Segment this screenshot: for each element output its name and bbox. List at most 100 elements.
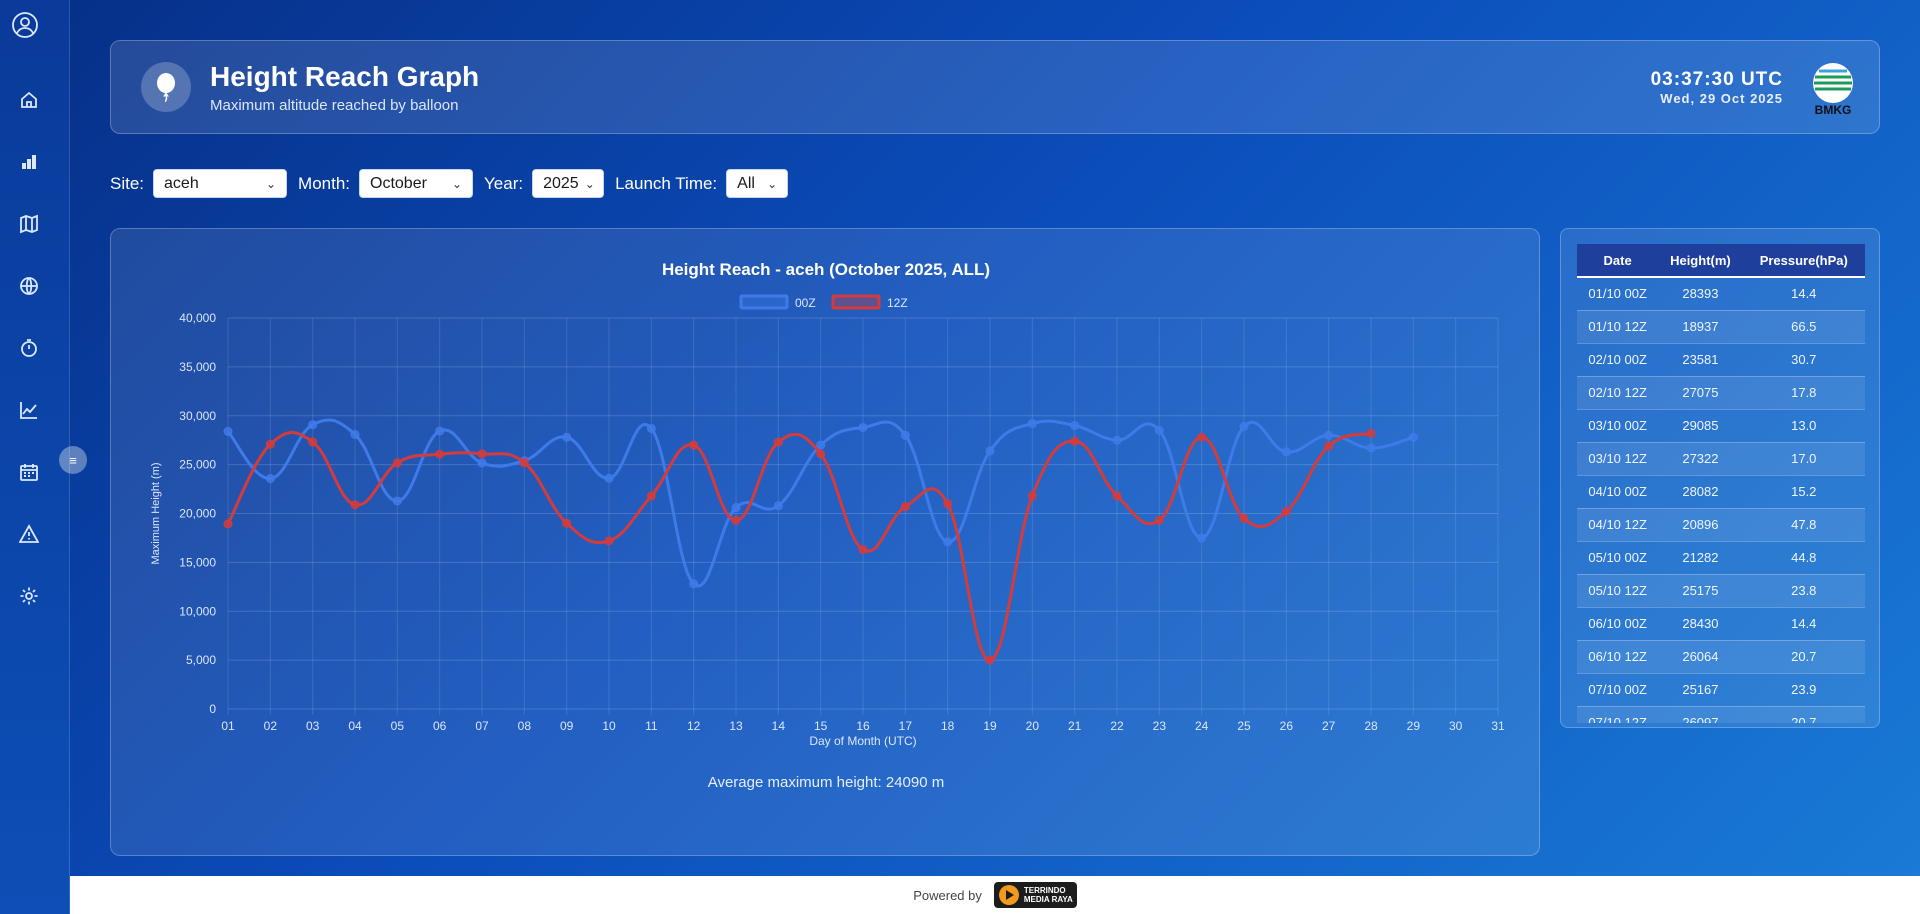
table-cell: 29085 [1658,409,1743,443]
data-point [1112,435,1122,445]
data-point [223,426,233,436]
page-subtitle: Maximum altitude reached by balloon [210,97,459,114]
warning-icon[interactable] [17,522,41,546]
table-cell: 05/10 12Z [1577,574,1659,608]
terrindo-logo-icon [998,885,1019,905]
home-icon[interactable] [17,88,41,112]
table-cell: 23.9 [1742,673,1865,707]
data-point [646,491,656,501]
x-tick-label: 18 [941,719,955,733]
table-cell: 25175 [1658,574,1743,608]
data-point [604,473,614,483]
table-row: 02/10 12Z 27075 17.8 [1577,376,1865,410]
bmkg-logo-text: BMKG [1814,103,1852,117]
table-row: 04/10 00Z 28082 15.2 [1577,475,1865,509]
chevron-down-icon: ⌄ [265,176,277,191]
user-icon[interactable] [11,11,39,39]
chevron-down-icon: ⌄ [767,176,778,191]
table-cell: 23581 [1658,343,1743,377]
terrindo-logo[interactable]: TERRINDO MEDIA RAYA [993,882,1077,908]
table-cell: 28430 [1658,607,1743,641]
data-point [308,420,318,430]
y-tick-label: 10,000 [179,604,216,618]
table-cell: 04/10 12Z [1577,508,1659,542]
table-cell: 02/10 00Z [1577,343,1659,377]
month-select-value: October [370,174,427,192]
globe-icon[interactable] [17,274,41,298]
data-point [985,655,995,665]
data-point [943,499,953,509]
x-tick-label: 29 [1407,719,1421,733]
data-point [519,458,529,468]
year-label: Year: [484,173,524,193]
table-cell: 05/10 00Z [1577,541,1659,575]
table-cell: 28082 [1658,475,1743,509]
x-tick-label: 04 [348,719,362,733]
data-point [350,500,360,510]
table-cell: 14.4 [1742,607,1865,641]
table-cell: 26064 [1658,640,1743,674]
table-cell: 02/10 12Z [1577,376,1659,410]
x-tick-label: 30 [1449,719,1463,733]
data-table: Date Height(m) Pressure(hPa) 01/10 00Z 2839… [1577,244,1865,723]
data-point [900,430,910,440]
calendar-icon[interactable] [17,460,41,484]
header-card: Height Reach Graph Maximum altitude reac… [110,40,1880,134]
data-point [858,545,868,555]
footer: Powered by TERRINDO MEDIA RAYA [70,876,1920,914]
data-point [773,437,783,447]
table-cell: 01/10 12Z [1577,310,1659,344]
data-point [1239,513,1249,523]
table-cell: 07/10 00Z [1577,673,1659,707]
month-label: Month: [298,173,351,193]
data-point [689,579,699,589]
line-chart-icon[interactable] [17,398,41,422]
x-tick-label: 09 [560,719,574,733]
data-table-scroll[interactable]: Date Height(m) Pressure(hPa) 01/10 00Z 2839… [1577,244,1865,723]
data-point [1112,491,1122,501]
x-tick-label: 10 [602,719,616,733]
table-row: 07/10 12Z 26097 20.7 [1577,706,1865,723]
data-point [1154,425,1164,435]
data-point [731,515,741,525]
table-row: 04/10 12Z 20896 47.8 [1577,508,1865,542]
table-cell: 07/10 12Z [1577,706,1659,723]
legend-swatch [739,294,789,310]
table-row: 05/10 00Z 21282 44.8 [1577,541,1865,575]
data-point [731,503,741,513]
sidebar-collapse-button[interactable]: ≡ [59,446,87,474]
data-point [1070,421,1080,431]
page-title: Height Reach Graph [210,61,480,92]
year-select[interactable]: 2025 ⌄ [532,169,605,198]
x-tick-label: 22 [1110,719,1124,733]
table-row: 02/10 00Z 23581 30.7 [1577,343,1865,377]
table-cell: 23.8 [1742,574,1865,608]
clock-date: Wed, 29 Oct 2025 [1660,91,1783,106]
y-tick-label: 20,000 [179,507,216,521]
chevron-down-icon: ⌄ [584,176,595,191]
x-tick-label: 15 [814,719,828,733]
data-point [773,501,783,511]
bar-chart-icon[interactable] [17,150,41,174]
table-cell: 21282 [1658,541,1743,575]
settings-icon[interactable] [17,584,41,608]
stopwatch-icon[interactable] [17,336,41,360]
month-select[interactable]: October ⌄ [359,169,474,198]
table-cell: 25167 [1658,673,1743,707]
data-point [392,458,402,468]
table-cell: 27075 [1658,376,1743,410]
balloon-icon [141,62,191,112]
site-select[interactable]: aceh ⌄ [153,169,288,198]
data-point [477,449,487,459]
launch-time-select[interactable]: All ⌄ [726,169,789,198]
terrindo-logo-line1: TERRINDO [1023,886,1066,895]
table-cell: 06/10 12Z [1577,640,1659,674]
data-point [562,518,572,528]
x-tick-label: 27 [1322,719,1336,733]
y-tick-label: 15,000 [179,555,216,569]
data-point [1070,436,1080,446]
x-tick-label: 01 [221,719,235,733]
table-row: 06/10 00Z 28430 14.4 [1577,607,1865,641]
table-row: 07/10 00Z 25167 23.9 [1577,673,1865,707]
map-icon[interactable] [17,212,41,236]
